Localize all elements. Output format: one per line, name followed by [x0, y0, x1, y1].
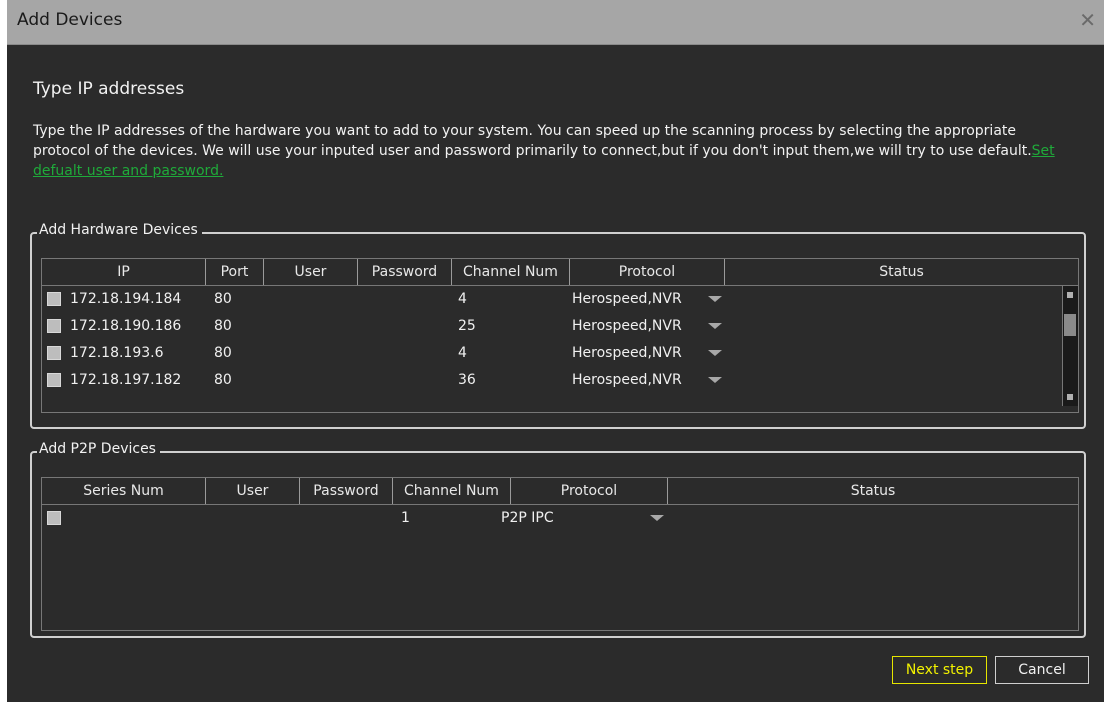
row-checkbox[interactable]	[47, 511, 61, 525]
protocol-select[interactable]: Herospeed,NVR	[572, 340, 682, 367]
column-status[interactable]: Status	[725, 259, 1078, 285]
channel-cell[interactable]: 4	[458, 286, 467, 313]
port-cell[interactable]: 80	[214, 340, 232, 367]
ip-cell[interactable]: 172.18.194.184	[70, 286, 181, 313]
column-status[interactable]: Status	[668, 478, 1078, 504]
protocol-select[interactable]: Herospeed,NVR	[572, 286, 682, 313]
chevron-down-icon[interactable]	[708, 377, 722, 383]
description: Type the IP addresses of the hardware yo…	[33, 121, 1073, 181]
column-password[interactable]: Password	[358, 259, 452, 285]
p2p-devices-group: Add P2P Devices Series Num User Password…	[30, 441, 1086, 638]
cancel-button[interactable]: Cancel	[995, 656, 1089, 684]
column-series-num[interactable]: Series Num	[42, 478, 206, 504]
hardware-devices-legend: Add Hardware Devices	[37, 222, 202, 238]
ip-cell[interactable]: 172.18.197.182	[70, 367, 181, 394]
p2p-devices-legend: Add P2P Devices	[37, 441, 160, 457]
port-cell[interactable]: 80	[214, 367, 232, 394]
channel-cell[interactable]: 36	[458, 367, 476, 394]
description-text: Type the IP addresses of the hardware yo…	[33, 123, 1032, 159]
next-step-button[interactable]: Next step	[892, 656, 987, 684]
column-channel-num[interactable]: Channel Num	[452, 259, 570, 285]
channel-cell[interactable]: 1	[401, 505, 410, 532]
chevron-down-icon[interactable]	[708, 350, 722, 356]
column-user[interactable]: User	[264, 259, 358, 285]
port-cell[interactable]: 80	[214, 313, 232, 340]
table-row[interactable]: 1 P2P IPC	[42, 505, 1078, 532]
row-checkbox[interactable]	[47, 319, 61, 333]
channel-cell[interactable]: 25	[458, 313, 476, 340]
row-checkbox[interactable]	[47, 292, 61, 306]
hardware-devices-group: Add Hardware Devices IP Port User Passwo…	[30, 222, 1086, 429]
p2p-table-header: Series Num User Password Channel Num Pro…	[42, 478, 1078, 505]
close-icon[interactable]: ✕	[1079, 8, 1096, 32]
chevron-down-icon[interactable]	[708, 296, 722, 302]
vertical-scrollbar[interactable]	[1062, 286, 1078, 406]
column-protocol[interactable]: Protocol	[511, 478, 668, 504]
protocol-select[interactable]: P2P IPC	[501, 505, 554, 532]
ip-cell[interactable]: 172.18.190.186	[70, 313, 181, 340]
table-row[interactable]: 172.18.194.184 80 4 Herospeed,NVR	[42, 286, 1078, 313]
scroll-up-button[interactable]	[1067, 292, 1073, 298]
dialog-body: Type IP addresses Type the IP addresses …	[7, 45, 1104, 702]
chevron-down-icon[interactable]	[650, 515, 664, 521]
window-title: Add Devices	[17, 10, 123, 30]
table-row[interactable]: 172.18.193.6 80 4 Herospeed,NVR	[42, 340, 1078, 367]
scroll-thumb[interactable]	[1064, 314, 1076, 336]
column-port[interactable]: Port	[206, 259, 264, 285]
hardware-devices-table: IP Port User Password Channel Num Protoc…	[41, 258, 1079, 413]
port-cell[interactable]: 80	[214, 286, 232, 313]
scroll-down-button[interactable]	[1067, 394, 1073, 400]
page-title: Type IP addresses	[33, 79, 185, 99]
table-row[interactable]: 172.18.197.182 80 36 Herospeed,NVR	[42, 367, 1078, 394]
column-channel-num[interactable]: Channel Num	[393, 478, 511, 504]
title-bar: Add Devices ✕	[7, 0, 1104, 45]
column-password[interactable]: Password	[300, 478, 393, 504]
hardware-table-header: IP Port User Password Channel Num Protoc…	[42, 259, 1078, 286]
column-protocol[interactable]: Protocol	[570, 259, 725, 285]
add-devices-dialog: Add Devices ✕ Type IP addresses Type the…	[0, 0, 1104, 702]
p2p-devices-table: Series Num User Password Channel Num Pro…	[41, 477, 1079, 631]
protocol-select[interactable]: Herospeed,NVR	[572, 313, 682, 340]
table-row[interactable]: 172.18.190.186 80 25 Herospeed,NVR	[42, 313, 1078, 340]
protocol-select[interactable]: Herospeed,NVR	[572, 367, 682, 394]
row-checkbox[interactable]	[47, 346, 61, 360]
channel-cell[interactable]: 4	[458, 340, 467, 367]
row-checkbox[interactable]	[47, 373, 61, 387]
column-ip[interactable]: IP	[42, 259, 206, 285]
chevron-down-icon[interactable]	[708, 323, 722, 329]
column-user[interactable]: User	[206, 478, 300, 504]
ip-cell[interactable]: 172.18.193.6	[70, 340, 164, 367]
